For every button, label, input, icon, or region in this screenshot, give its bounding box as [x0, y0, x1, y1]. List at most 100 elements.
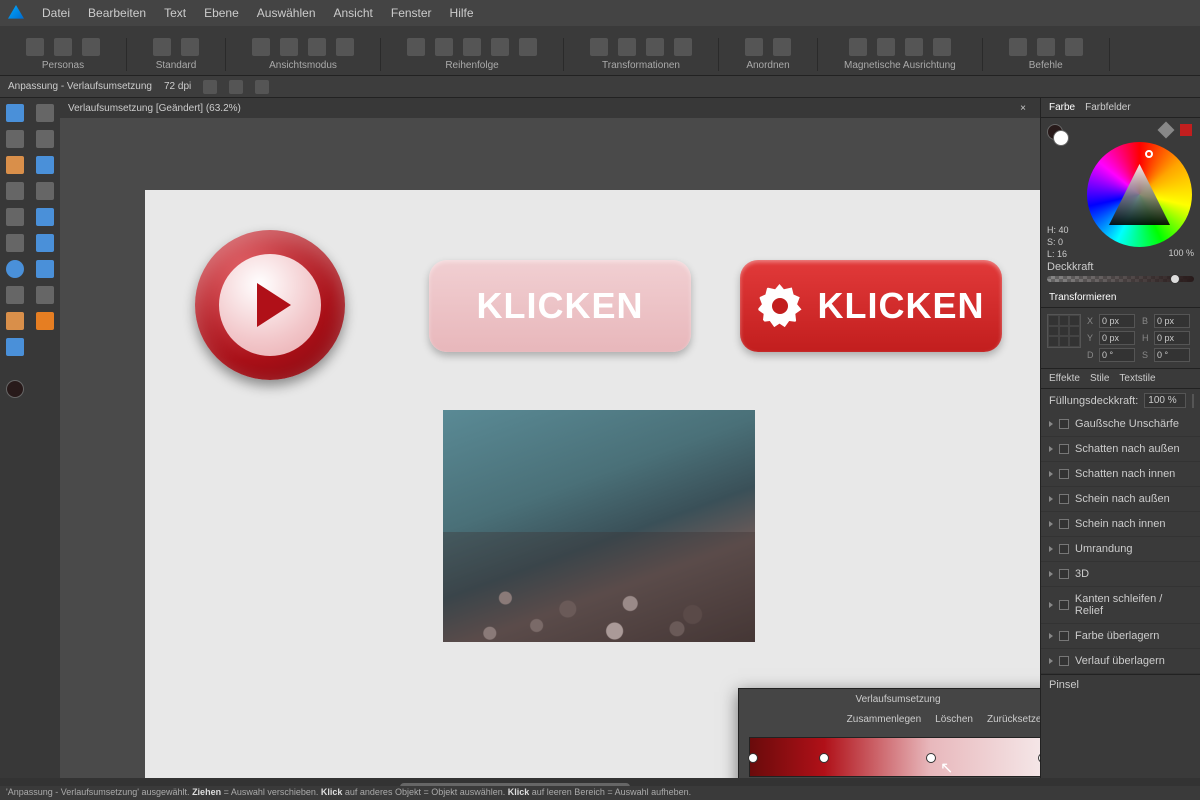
- disclosure-icon[interactable]: [1049, 471, 1053, 477]
- unit-icon[interactable]: [229, 80, 243, 94]
- s-input[interactable]: [1154, 348, 1190, 362]
- h-input[interactable]: [1154, 331, 1190, 345]
- effect-item[interactable]: Kanten schleifen / Relief: [1041, 587, 1200, 624]
- effect-item[interactable]: Umrandung: [1041, 537, 1200, 562]
- y-input[interactable]: [1099, 331, 1135, 345]
- toolbar-icon[interactable]: [26, 38, 44, 56]
- tab-close-icon[interactable]: ×: [1020, 103, 1026, 114]
- vector-brush-icon[interactable]: [36, 156, 54, 174]
- menu-datei[interactable]: Datei: [42, 6, 70, 20]
- effect-item[interactable]: 3D: [1041, 562, 1200, 587]
- color-wheel[interactable]: [1087, 142, 1192, 247]
- fill-opacity-input[interactable]: [1144, 393, 1186, 408]
- disclosure-icon[interactable]: [1049, 658, 1053, 664]
- document-tab[interactable]: Verlaufsumsetzung [Geändert] (63.2%): [68, 103, 241, 114]
- menu-bearbeiten[interactable]: Bearbeiten: [88, 6, 146, 20]
- toolbar-icon[interactable]: [308, 38, 326, 56]
- effect-checkbox[interactable]: [1059, 469, 1069, 479]
- rectangle-tool-icon[interactable]: [36, 234, 54, 252]
- toolbar-icon[interactable]: [1065, 38, 1083, 56]
- delete-link[interactable]: Löschen: [935, 714, 973, 725]
- disclosure-icon[interactable]: [1049, 546, 1053, 552]
- toolbar-icon[interactable]: [933, 38, 951, 56]
- effect-checkbox[interactable]: [1059, 569, 1069, 579]
- toolbar-icon[interactable]: [646, 38, 664, 56]
- gradient-tool-icon[interactable]: [36, 182, 54, 200]
- effect-item[interactable]: Gaußsche Unschärfe: [1041, 412, 1200, 437]
- viewport[interactable]: KLICKEN KLICKEN Verlaufsumsetzung × Zusa…: [60, 118, 1040, 778]
- slider-handle-icon[interactable]: [1170, 274, 1180, 284]
- effect-item[interactable]: Schein nach außen: [1041, 487, 1200, 512]
- node-tool-icon[interactable]: [6, 130, 24, 148]
- gradient-stop[interactable]: [748, 753, 758, 763]
- corner-tool-icon[interactable]: [36, 130, 54, 148]
- toolbar-icon[interactable]: [336, 38, 354, 56]
- transparency-tool-icon[interactable]: [6, 208, 24, 226]
- toolbar-icon[interactable]: [849, 38, 867, 56]
- disclosure-icon[interactable]: [1049, 521, 1053, 527]
- picked-color-swatch[interactable]: [1180, 124, 1192, 136]
- effect-item[interactable]: Verlauf überlagern: [1041, 649, 1200, 674]
- toolbar-icon[interactable]: [463, 38, 481, 56]
- toolbar-icon[interactable]: [773, 38, 791, 56]
- effect-checkbox[interactable]: [1059, 444, 1069, 454]
- brush-panel-header[interactable]: Pinsel: [1041, 674, 1200, 695]
- effect-checkbox[interactable]: [1059, 656, 1069, 666]
- fg-bg-swatch-icon[interactable]: [1047, 124, 1067, 144]
- text-tool-icon[interactable]: [6, 286, 24, 304]
- shape-tool-icon[interactable]: [6, 260, 24, 278]
- r-input[interactable]: [1099, 348, 1135, 362]
- disclosure-icon[interactable]: [1049, 496, 1053, 502]
- hue-handle-icon[interactable]: [1145, 150, 1153, 158]
- menu-fenster[interactable]: Fenster: [391, 6, 432, 20]
- opacity-slider[interactable]: [1047, 276, 1194, 282]
- effect-checkbox[interactable]: [1059, 519, 1069, 529]
- disclosure-icon[interactable]: [1049, 602, 1053, 608]
- effect-item[interactable]: Schatten nach innen: [1041, 462, 1200, 487]
- toolbar-icon[interactable]: [435, 38, 453, 56]
- move-tool-icon[interactable]: [6, 104, 24, 122]
- menu-hilfe[interactable]: Hilfe: [450, 6, 474, 20]
- toolbar-icon[interactable]: [491, 38, 509, 56]
- color-chip-icon[interactable]: [6, 380, 24, 398]
- effect-item[interactable]: Schatten nach außen: [1041, 437, 1200, 462]
- fill-tool-icon[interactable]: [6, 182, 24, 200]
- crop-tool-icon[interactable]: [6, 234, 24, 252]
- reset-link[interactable]: Zurücksetzen: [987, 714, 1040, 725]
- pan-tool-icon[interactable]: [36, 312, 54, 330]
- merge-link[interactable]: Zusammenlegen: [847, 714, 921, 725]
- tab-textstile[interactable]: Textstile: [1119, 373, 1155, 384]
- toolbar-icon[interactable]: [519, 38, 537, 56]
- tab-farbfelder[interactable]: Farbfelder: [1085, 102, 1131, 113]
- eyedropper-icon[interactable]: [1158, 122, 1175, 139]
- toolbar-icon[interactable]: [674, 38, 692, 56]
- menu-auswaehlen[interactable]: Auswählen: [257, 6, 316, 20]
- toolbar-icon[interactable]: [590, 38, 608, 56]
- effect-item[interactable]: Schein nach innen: [1041, 512, 1200, 537]
- disclosure-icon[interactable]: [1049, 571, 1053, 577]
- toolbar-icon[interactable]: [153, 38, 171, 56]
- artboard-tool-icon[interactable]: [36, 104, 54, 122]
- pencil-tool-icon[interactable]: [6, 156, 24, 174]
- fill-opacity-dropdown-icon[interactable]: [1192, 394, 1194, 408]
- toolbar-icon[interactable]: [252, 38, 270, 56]
- effect-checkbox[interactable]: [1059, 419, 1069, 429]
- tab-effekte[interactable]: Effekte: [1049, 373, 1080, 384]
- toolbar-icon[interactable]: [82, 38, 100, 56]
- frame-text-icon[interactable]: [36, 286, 54, 304]
- tab-farbe[interactable]: Farbe: [1049, 102, 1075, 113]
- toolbar-icon[interactable]: [1009, 38, 1027, 56]
- gradient-bar[interactable]: ↖: [749, 737, 1040, 777]
- x-input[interactable]: [1099, 314, 1135, 328]
- crosshair-icon[interactable]: [203, 80, 217, 94]
- zoom-tool-icon[interactable]: [6, 338, 24, 356]
- pen-tool-icon[interactable]: [6, 312, 24, 330]
- toolbar-icon[interactable]: [407, 38, 425, 56]
- tab-transformieren[interactable]: Transformieren: [1049, 292, 1116, 303]
- toolbar-icon[interactable]: [877, 38, 895, 56]
- gradient-stop[interactable]: [926, 753, 936, 763]
- rotate-icon[interactable]: [255, 80, 269, 94]
- disclosure-icon[interactable]: [1049, 633, 1053, 639]
- toolbar-icon[interactable]: [618, 38, 636, 56]
- toolbar-icon[interactable]: [280, 38, 298, 56]
